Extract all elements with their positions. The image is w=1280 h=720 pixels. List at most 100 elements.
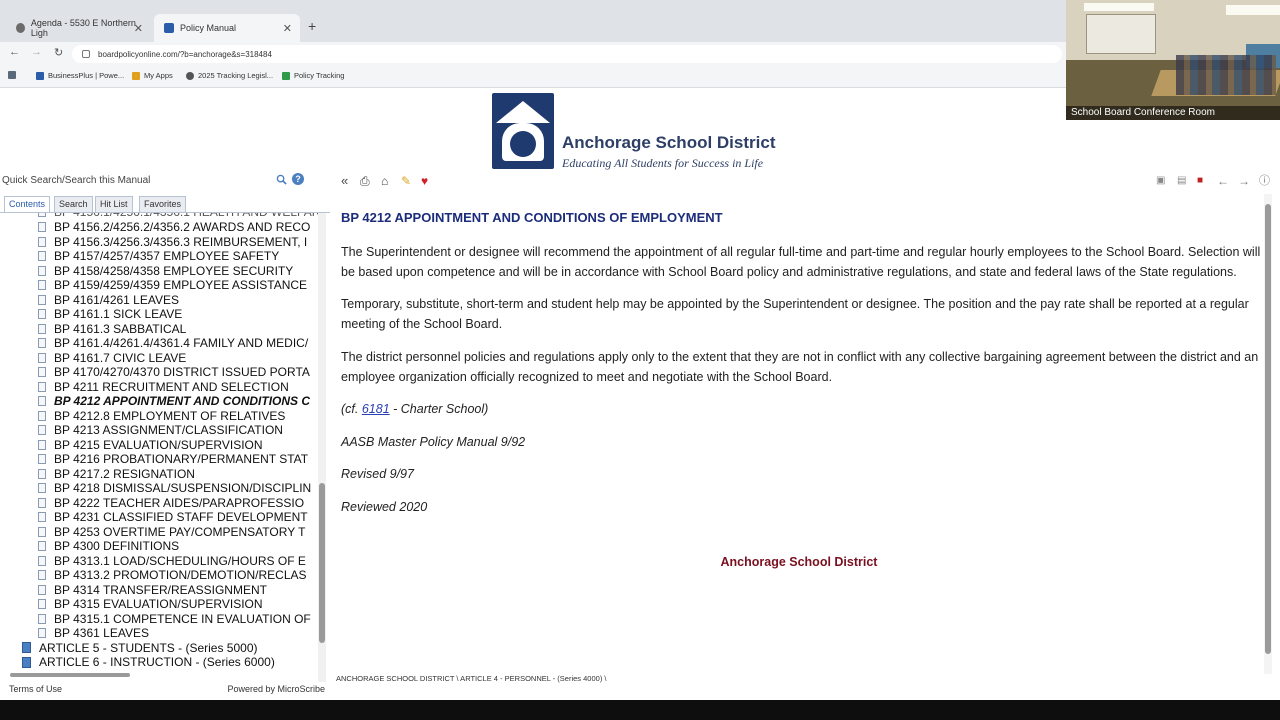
policy-reviewed: Reviewed 2020 [341,500,428,514]
tree-item[interactable]: BP 4161/4261 LEAVES [38,293,320,308]
apps-grid-icon[interactable] [8,71,20,79]
tab-search[interactable]: Search [54,196,93,212]
scrollbar-thumb[interactable] [1265,204,1271,654]
tree-item[interactable]: BP 4158/4258/4358 EMPLOYEE SECURITY [38,264,320,279]
tree-item[interactable]: BP 4315.1 COMPETENCE IN EVALUATION OF [38,612,320,627]
pdf-icon[interactable]: ■ [1197,174,1203,188]
edit-note-icon[interactable]: ✎ [401,174,411,188]
tree-item-label: BP 4161.7 CIVIC LEAVE [54,350,187,365]
tree-item-label: BP 4161/4261 LEAVES [54,292,179,307]
tree-item[interactable]: BP 4212.8 EMPLOYMENT OF RELATIVES [38,409,320,424]
cf-6181-link[interactable]: 6181 [362,402,390,416]
tree-item[interactable]: BP 4161.4/4261.4/4361.4 FAMILY AND MEDIC… [38,336,320,351]
print-icon[interactable]: ⎙ [360,174,370,188]
bookmark-label: 2025 Tracking Legisl... [198,71,274,80]
document-icon [38,410,46,421]
tree-item-label: BP 4157/4257/4357 EMPLOYEE SAFETY [54,249,280,264]
tree-item-partial[interactable]: BP 4156.1/4256.1/4356.1 HEALTH AND WELFA… [38,213,320,219]
tree-item-label: BP 4315.1 COMPETENCE IN EVALUATION OF [54,611,311,626]
previous-document-icon[interactable]: ← [1217,174,1229,188]
forward-icon[interactable]: → [31,46,42,58]
tree-item[interactable]: BP 4231 CLASSIFIED STAFF DEVELOPMENT [38,510,320,525]
tree-item[interactable]: BP 4218 DISMISSAL/SUSPENSION/DISCIPLIN [38,481,320,496]
browser-tab-agenda[interactable]: Agenda - 5530 E Northern Ligh ✕ [6,14,151,42]
document-icon [38,381,46,392]
bookmark-policy-tracking[interactable]: Policy Tracking [282,71,344,80]
tree-item[interactable]: BP 4253 OVERTIME PAY/COMPENSATORY T [38,525,320,540]
tree-item[interactable]: BP 4300 DEFINITIONS [38,539,320,554]
tree-item[interactable]: BP 4215 EVALUATION/SUPERVISION [38,438,320,453]
tree-item[interactable]: BP 4156.3/4256.3/4356.3 REIMBURSEMENT, I [38,235,320,250]
document-icon [38,599,46,610]
search-icon[interactable] [276,174,287,185]
document-icon [38,468,46,479]
tree-item[interactable]: BP 4361 LEAVES [38,626,320,641]
tree-item[interactable]: BP 4211 RECRUITMENT AND SELECTION [38,380,320,395]
tree-item-label: BP 4212 APPOINTMENT AND CONDITIONS C [54,394,311,409]
sheets-icon [282,71,290,80]
document-icon [38,323,46,334]
close-icon[interactable]: ✕ [134,22,143,35]
new-tab-icon[interactable]: + [308,18,316,34]
tab-favorites[interactable]: Favorites [139,196,187,212]
tree-item[interactable]: BP 4315 EVALUATION/SUPERVISION [38,597,320,612]
tree-horizontal-scrollbar[interactable] [10,672,320,678]
video-caption: School Board Conference Room [1066,106,1280,120]
quick-search-input[interactable] [2,171,272,189]
tree-item[interactable]: BP 4159/4259/4359 EMPLOYEE ASSISTANCE [38,278,320,293]
help-circle-icon[interactable]: ⓘ [1259,174,1270,188]
globe-icon [16,23,25,33]
district-logo[interactable]: Anchorage School District Educating All … [492,93,792,171]
tree-article-6[interactable]: ARTICLE 6 - INSTRUCTION - (Series 6000) [22,655,275,670]
tree-article-5[interactable]: ARTICLE 5 - STUDENTS - (Series 5000) [22,641,258,656]
tree-item-label: BP 4253 OVERTIME PAY/COMPENSATORY T [54,524,306,539]
document-icon [38,222,46,233]
next-document-icon[interactable]: → [1238,174,1250,188]
powered-by-text[interactable]: Powered by MicroScribe [227,684,325,694]
save-icon[interactable]: ▣ [1156,174,1165,188]
scrollbar-thumb[interactable] [319,483,325,643]
bookmark-my-apps[interactable]: My Apps [132,71,173,80]
content-vertical-scrollbar[interactable] [1264,194,1272,674]
terms-of-use-link[interactable]: Terms of Use [9,684,62,694]
tree-item[interactable]: BP 4161.1 SICK LEAVE [38,307,320,322]
tree-item[interactable]: BP 4222 TEACHER AIDES/PARAPROFESSIO [38,496,320,511]
tree-item-label: BP 4158/4258/4358 EMPLOYEE SECURITY [54,263,294,278]
document-icon [38,439,46,450]
document-toolbar: « ⎙ ⌂ ✎ ♥ ▣ ▤ ■ ← → ⓘ [335,172,1275,192]
cf-prefix: (cf. [341,402,362,416]
browser-tab-policy-manual[interactable]: Policy Manual ✕ [154,14,300,42]
collapse-panel-icon[interactable]: « [341,174,348,188]
tree-item[interactable]: BP 4170/4270/4370 DISTRICT ISSUED PORTA [38,365,320,380]
word-export-icon[interactable]: ▤ [1177,174,1186,188]
back-icon[interactable]: ← [9,46,20,58]
tree-item[interactable]: BP 4313.2 PROMOTION/DEMOTION/RECLAS [38,568,320,583]
tree-item[interactable]: BP 4314 TRANSFER/REASSIGNMENT [38,583,320,598]
help-icon[interactable]: ? [292,173,304,185]
tree-item[interactable]: BP 4156.2/4256.2/4356.2 AWARDS AND RECO [38,220,320,235]
site-info-icon[interactable] [82,50,90,58]
bookmark-businessplus[interactable]: BusinessPlus | Powe... [36,71,124,80]
tree-item[interactable]: BP 4161.3 SABBATICAL [38,322,320,337]
tab-hit-list[interactable]: Hit List [95,196,133,212]
tree-item-selected[interactable]: BP 4212 APPOINTMENT AND CONDITIONS C [38,394,320,409]
bookmark-label: Policy Tracking [294,71,345,80]
tree-item[interactable]: BP 4217.2 RESIGNATION [38,467,320,482]
tree-item[interactable]: BP 4157/4257/4357 EMPLOYEE SAFETY [38,249,320,264]
tree-item[interactable]: BP 4213 ASSIGNMENT/CLASSIFICATION [38,423,320,438]
url-field[interactable]: boardpolicyonline.com/?b=anchorage&s=318… [72,45,1062,63]
logo-slogan: Educating All Students for Success in Li… [562,156,764,170]
tab-contents[interactable]: Contents [4,196,51,212]
tree-article-label: ARTICLE 6 - INSTRUCTION - (Series 6000) [39,655,275,670]
home-icon[interactable]: ⌂ [381,174,388,188]
scrollbar-thumb[interactable] [10,673,130,677]
tree-item[interactable]: BP 4216 PROBATIONARY/PERMANENT STAT [38,452,320,467]
tree-item[interactable]: BP 4313.1 LOAD/SCHEDULING/HOURS OF E [38,554,320,569]
close-icon[interactable]: ✕ [283,22,292,35]
tree-vertical-scrollbar[interactable] [318,213,326,682]
bookmark-tracking[interactable]: 2025 Tracking Legisl... [186,71,273,80]
favorite-heart-icon[interactable]: ♥ [421,174,428,188]
tree-article-label: ARTICLE 5 - STUDENTS - (Series 5000) [39,640,258,655]
reload-icon[interactable]: ↻ [54,46,63,59]
tree-item[interactable]: BP 4161.7 CIVIC LEAVE [38,351,320,366]
